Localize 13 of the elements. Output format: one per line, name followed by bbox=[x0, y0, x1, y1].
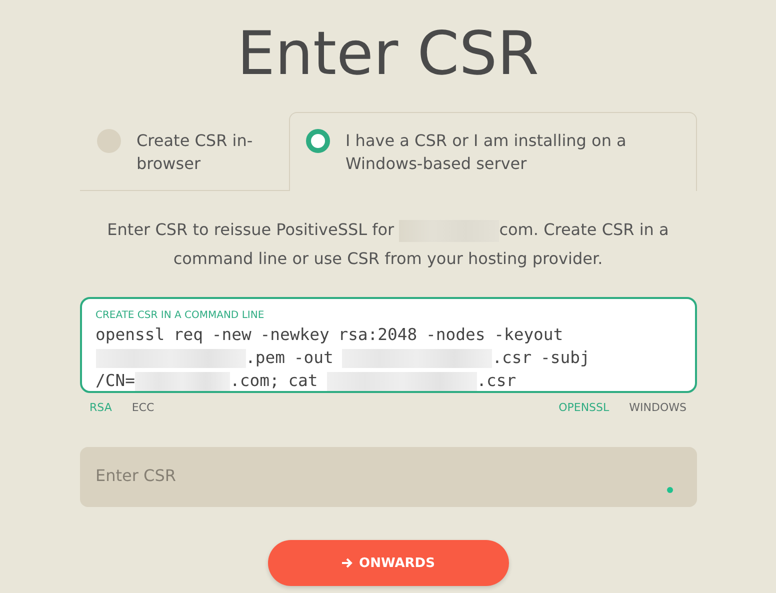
radio-icon bbox=[306, 129, 330, 153]
key-type-tab[interactable]: ECC bbox=[122, 399, 164, 416]
option-tab[interactable]: I have a CSR or I am installing on a Windows-based server bbox=[288, 112, 696, 191]
command-text: openssl req -new -newkey rsa:2048 -nodes -keyout .pem -out .csr -subj /CN= .com; cat .csr bbox=[96, 324, 591, 391]
page-title: Enter CSR bbox=[237, 18, 539, 90]
option-tab[interactable]: Create CSR in-browser bbox=[80, 112, 288, 191]
intro-text: Enter CSR to reissue PositiveSSL for com. Create CSR in a command line or use CSR from your hosting provider. bbox=[106, 218, 670, 270]
platform-tab[interactable]: WINDOWS bbox=[619, 399, 696, 416]
arrow-icon bbox=[341, 557, 354, 569]
radio-icon bbox=[96, 129, 120, 153]
csr-input-field[interactable]: Enter CSR bbox=[80, 447, 696, 507]
onwards-button[interactable]: ONWARDS bbox=[268, 540, 508, 586]
command-label: CREATE CSR IN A COMMAND LINE bbox=[96, 309, 266, 323]
